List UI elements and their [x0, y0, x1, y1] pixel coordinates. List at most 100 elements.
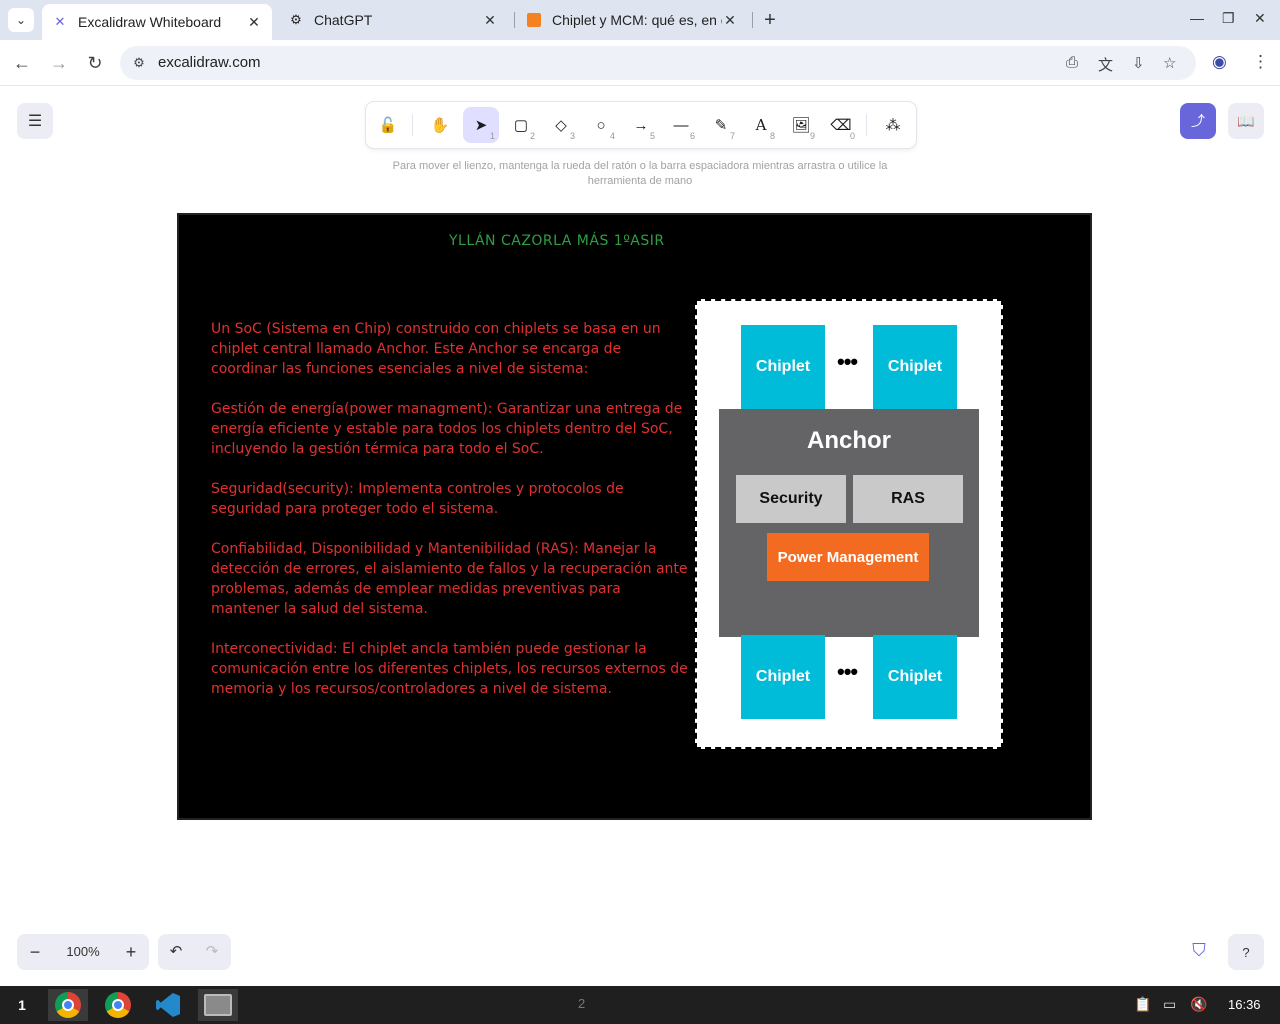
- chevron-down-icon: ⌄: [15, 13, 27, 27]
- excalidraw-icon: ✕: [54, 14, 66, 29]
- line-tool[interactable]: —6: [663, 107, 699, 143]
- arrow-tool[interactable]: → 5: [623, 107, 659, 143]
- save-page-icon[interactable]: ⇩: [1132, 54, 1145, 72]
- profile-icon[interactable]: ◉: [1212, 52, 1227, 72]
- draw-tool[interactable]: ✎ 7: [703, 107, 739, 143]
- hand-icon: ✋: [430, 117, 450, 134]
- book-icon: 📖: [1237, 112, 1255, 129]
- chrome-icon: [55, 992, 81, 1018]
- ras-block: RAS: [853, 475, 963, 523]
- chrome-taskbar-app-2[interactable]: [98, 989, 138, 1021]
- share-icon: ⤴: [1191, 113, 1205, 129]
- tab-search-button[interactable]: ⌄: [8, 8, 34, 32]
- hand-tool[interactable]: ✋: [422, 107, 458, 143]
- address-bar[interactable]: ⚙ excalidraw.com ⎙ 文 ⇩ ☆: [120, 46, 1196, 80]
- question-icon: ?: [1242, 944, 1250, 960]
- chrome-taskbar-app[interactable]: [48, 989, 88, 1021]
- volume-muted-icon[interactable]: 🔇: [1190, 996, 1207, 1013]
- lock-tool[interactable]: 🔓: [370, 107, 406, 143]
- toolbar-divider: [412, 114, 413, 136]
- ellipse-icon: ○: [596, 116, 606, 134]
- file-manager-icon: [204, 994, 232, 1016]
- image-tool[interactable]: 🖼 9: [783, 107, 819, 143]
- chrome-icon: [105, 992, 131, 1018]
- vscode-taskbar-app[interactable]: [148, 989, 188, 1021]
- line-icon: —: [673, 116, 689, 134]
- site-info-icon[interactable]: ⚙: [130, 54, 148, 72]
- toolbar-divider: [866, 114, 867, 136]
- workspace-2-indicator[interactable]: 2: [578, 996, 585, 1011]
- browser-toolbar: ← → ↻ ⚙ excalidraw.com ⎙ 文 ⇩ ☆ ◉ ⋮: [0, 40, 1280, 86]
- cursor-icon: ➤: [474, 117, 488, 134]
- ellipse-tool[interactable]: ○ 4: [583, 107, 619, 143]
- board-title[interactable]: YLLÁN CAZORLA MÁS 1ºASIR: [449, 233, 665, 249]
- url-text[interactable]: excalidraw.com: [158, 54, 261, 71]
- clock: 16:36: [1228, 997, 1261, 1012]
- display-icon[interactable]: ▭: [1163, 996, 1176, 1013]
- chiplet-top-left: Chiplet: [741, 325, 825, 409]
- text-icon: A: [755, 116, 767, 134]
- ellipsis-bottom: •••: [837, 659, 858, 684]
- zoom-out-button[interactable]: −: [17, 934, 53, 970]
- more-tools-button[interactable]: ⁂: [875, 107, 911, 143]
- help-button[interactable]: ?: [1228, 934, 1264, 970]
- chiplet-diagram-image[interactable]: Chiplet ••• Chiplet Anchor Security RAS …: [695, 299, 1003, 749]
- eraser-tool[interactable]: ⌫ 0: [823, 107, 859, 143]
- redo-icon[interactable]: ↷: [194, 934, 230, 970]
- security-block: Security: [736, 475, 846, 523]
- taskbar: 1 2 📋 ▭ 🔇 16:36: [0, 986, 1280, 1024]
- rectangle-icon: ▢: [513, 117, 529, 134]
- workspace-indicator[interactable]: 1: [0, 986, 44, 1024]
- close-window-icon[interactable]: ✕: [1254, 10, 1266, 27]
- arrow-icon: →: [633, 116, 649, 134]
- anchor-block: Anchor Security RAS Power Management: [719, 409, 979, 637]
- canvas-board[interactable]: YLLÁN CAZORLA MÁS 1ºASIR Un SoC (Sistema…: [177, 213, 1092, 820]
- bookmark-star-icon[interactable]: ☆: [1163, 54, 1176, 72]
- eraser-icon: ⌫: [830, 117, 852, 134]
- clipboard-icon[interactable]: 📋: [1134, 996, 1151, 1013]
- restore-icon[interactable]: ❐: [1222, 10, 1235, 27]
- tab-title: ChatGPT: [314, 12, 373, 28]
- main-menu-button[interactable]: ☰: [17, 103, 53, 139]
- reload-icon[interactable]: ↻: [83, 52, 107, 74]
- close-icon[interactable]: ✕: [722, 12, 738, 29]
- files-taskbar-app[interactable]: [198, 989, 238, 1021]
- library-button[interactable]: 📖: [1228, 103, 1264, 139]
- text-tool[interactable]: A8: [743, 107, 779, 143]
- selection-tool[interactable]: ➤ 1: [463, 107, 499, 143]
- install-app-icon[interactable]: ⎙: [1066, 54, 1078, 71]
- power-management-block: Power Management: [767, 533, 929, 581]
- zoom-in-button[interactable]: +: [113, 934, 149, 970]
- history-controls: ↶ ↷: [158, 934, 231, 970]
- share-button[interactable]: ⤴: [1180, 103, 1216, 139]
- tab-excalidraw[interactable]: ✕ Excalidraw Whiteboard ✕: [42, 4, 272, 40]
- translate-icon[interactable]: 文: [1098, 54, 1113, 75]
- lock-icon: 🔓: [378, 117, 398, 134]
- zoom-level[interactable]: 100%: [53, 934, 113, 970]
- close-icon[interactable]: ✕: [482, 12, 498, 29]
- paragraph-intro: Un SoC (Sistema en Chip) construido con …: [211, 321, 661, 377]
- anchor-title: Anchor: [807, 427, 891, 454]
- shapes-icon: ⁂: [885, 117, 901, 134]
- undo-icon[interactable]: ↶: [158, 934, 194, 970]
- tab-chatgpt[interactable]: ⚙ ChatGPT ✕: [278, 4, 508, 36]
- tab-chiplet-article[interactable]: Chiplet y MCM: qué es, en qu ✕: [516, 4, 748, 36]
- shield-icon[interactable]: ⛉: [1188, 940, 1210, 964]
- excalidraw-app: ☰ 🔓 ✋ ➤ 1 ▢ 2 ◇ 3 ○ 4 → 5 —6 ✎ 7 A8 🖼 9 ⌫ 0 ⁂ Pa…: [0, 86, 1280, 986]
- close-icon[interactable]: ✕: [246, 14, 262, 31]
- back-icon[interactable]: ←: [10, 52, 34, 74]
- minimize-icon[interactable]: —: [1190, 10, 1204, 26]
- chiplet-bottom-right: Chiplet: [873, 635, 957, 719]
- forward-icon[interactable]: →: [47, 52, 71, 74]
- paragraph-interconnect: Interconectividad: El chiplet ancla tamb…: [211, 641, 688, 697]
- board-text[interactable]: Un SoC (Sistema en Chip) construido con …: [211, 319, 691, 719]
- image-icon: 🖼: [791, 117, 811, 134]
- kebab-menu-icon[interactable]: ⋮: [1252, 52, 1269, 72]
- zoom-controls: − 100% +: [17, 934, 149, 970]
- diamond-tool[interactable]: ◇ 3: [543, 107, 579, 143]
- rectangle-tool[interactable]: ▢ 2: [503, 107, 539, 143]
- tab-divider: [752, 12, 753, 28]
- chiplet-bottom-left: Chiplet: [741, 635, 825, 719]
- new-tab-button[interactable]: +: [758, 8, 782, 32]
- ellipsis-top: •••: [837, 349, 858, 374]
